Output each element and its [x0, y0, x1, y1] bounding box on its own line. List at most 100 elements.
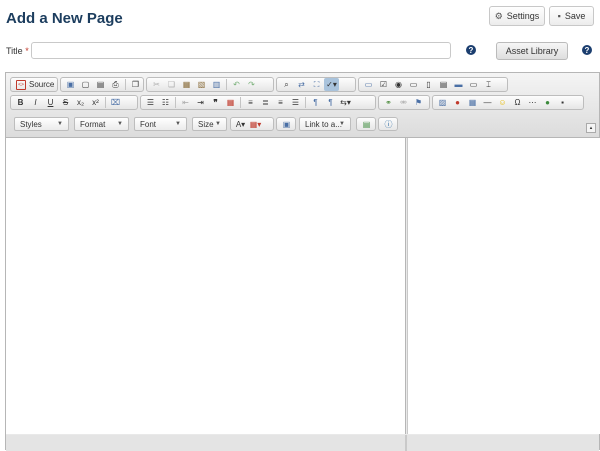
insert-asset-icon[interactable]: ▤ [359, 118, 374, 131]
save-doc-icon[interactable]: ▣ [63, 78, 78, 91]
remove-format-icon[interactable]: ⌧ [108, 96, 123, 109]
required-marker: * [25, 46, 29, 56]
link-icon[interactable]: ⚭ [381, 96, 396, 109]
checkbox-icon[interactable]: ☑ [376, 78, 391, 91]
language-icon[interactable]: ⇆▾ [338, 96, 353, 109]
editor-content-area[interactable] [6, 138, 406, 434]
underline-icon[interactable]: U [43, 96, 58, 109]
creatediv-icon[interactable]: ▦ [223, 96, 238, 109]
toolbar-group-basic-styles: B I U S x₂ x² ⌧ [10, 95, 138, 110]
toolbar-group-document: ▣ ▢ ▤ ⎙ ❐ [60, 77, 144, 92]
maximize-icon[interactable]: ▣ [279, 118, 294, 131]
size-label: Size [198, 119, 214, 129]
collapse-toolbar-icon[interactable]: ▴ [586, 123, 596, 133]
templates-icon[interactable]: ❐ [128, 78, 143, 91]
table-icon[interactable]: ▦ [465, 96, 480, 109]
toolbar-group-links: ⚭ ⚮ ⚑ [378, 95, 430, 110]
toolbar-group-about: ⓘ [378, 117, 398, 131]
numbered-list-icon[interactable]: ☰ [143, 96, 158, 109]
cut-icon[interactable]: ✂ [149, 78, 164, 91]
paste-word-icon[interactable]: ▥ [209, 78, 224, 91]
special-char-icon[interactable]: Ω [510, 96, 525, 109]
outdent-icon[interactable]: ⇤ [178, 96, 193, 109]
settings-button-label: Settings [506, 11, 540, 21]
preview-icon[interactable]: ▤ [93, 78, 108, 91]
toolbar-group-extra: ▤ [356, 117, 376, 131]
undo-icon[interactable]: ↶ [229, 78, 244, 91]
page-title: Add a New Page [6, 10, 123, 27]
select-field-icon[interactable]: ▤ [436, 78, 451, 91]
redo-icon[interactable]: ↷ [244, 78, 259, 91]
settings-button[interactable]: ⚙ Settings [489, 6, 545, 26]
chevron-down-icon: ▼ [215, 121, 221, 127]
title-help-icon[interactable]: ? [466, 45, 476, 55]
superscript-icon[interactable]: x² [88, 96, 103, 109]
iframe-icon[interactable]: ● [540, 96, 555, 109]
asset-help-icon[interactable]: ? [582, 45, 592, 55]
anchor-icon[interactable]: ⚑ [411, 96, 426, 109]
flash-icon[interactable]: ● [450, 96, 465, 109]
justify-icon[interactable]: ☰ [288, 96, 303, 109]
floppy-icon: ▪ [557, 11, 561, 21]
indent-icon[interactable]: ⇥ [193, 96, 208, 109]
paste-icon[interactable]: ▦ [179, 78, 194, 91]
image-button-icon[interactable]: ▭ [466, 78, 481, 91]
select-all-icon[interactable]: ⛶ [309, 78, 324, 91]
image-icon[interactable]: ▨ [435, 96, 450, 109]
new-page-icon[interactable]: ▢ [78, 78, 93, 91]
styles-dropdown[interactable]: Styles ▼ [14, 117, 69, 131]
save-button[interactable]: ▪ Save [549, 6, 594, 26]
copy-icon[interactable]: ❏ [164, 78, 179, 91]
chevron-down-icon: ▼ [57, 121, 63, 127]
about-icon[interactable]: ⓘ [381, 118, 396, 131]
format-dropdown[interactable]: Format ▼ [74, 117, 129, 131]
find-icon[interactable]: ⌕ [279, 78, 294, 91]
media-icon[interactable]: ▪ [555, 96, 570, 109]
align-right-icon[interactable]: ≡ [273, 96, 288, 109]
size-dropdown[interactable]: Size ▼ [192, 117, 227, 131]
font-dropdown[interactable]: Font ▼ [134, 117, 187, 131]
source-button[interactable]: <> Source [10, 77, 58, 92]
title-input[interactable] [31, 42, 451, 59]
source-label: Source [29, 80, 55, 89]
text-color-icon[interactable]: A▾ [233, 118, 248, 131]
bulleted-list-icon[interactable]: ☷ [158, 96, 173, 109]
font-label: Font [140, 119, 157, 129]
toolbar-group-tools: ▣ [276, 117, 296, 131]
chevron-down-icon: ▼ [117, 121, 123, 127]
hidden-field-icon[interactable]: ⌶ [481, 78, 496, 91]
strike-icon[interactable]: S [58, 96, 73, 109]
spellcheck-icon[interactable]: ✓▾ [324, 78, 339, 91]
bold-icon[interactable]: B [13, 96, 28, 109]
print-icon[interactable]: ⎙ [108, 78, 123, 91]
title-label: Title * [6, 46, 29, 56]
smiley-icon[interactable]: ☺ [495, 96, 510, 109]
page-break-icon[interactable]: ⋯ [525, 96, 540, 109]
toolbar-group-paragraph: ☰ ☷ ⇤ ⇥ ❞ ▦ ≡ ≣ ≡ ☰ ¶ ¶ ⇆▾ [140, 95, 376, 110]
form-icon[interactable]: ▭ [361, 78, 376, 91]
link-to-dropdown[interactable]: Link to a... ▼ [299, 117, 351, 131]
blockquote-icon[interactable]: ❞ [208, 96, 223, 109]
chevron-down-icon: ▼ [175, 121, 181, 127]
paste-text-icon[interactable]: ▧ [194, 78, 209, 91]
ltr-icon[interactable]: ¶ [308, 96, 323, 109]
rtl-icon[interactable]: ¶ [323, 96, 338, 109]
asset-library-button[interactable]: Asset Library [496, 42, 568, 60]
textfield-icon[interactable]: ▭ [406, 78, 421, 91]
link-to-label: Link to a... [305, 119, 342, 129]
textarea-icon[interactable]: ▯ [421, 78, 436, 91]
radio-icon[interactable]: ◉ [391, 78, 406, 91]
unlink-icon[interactable]: ⚮ [396, 96, 411, 109]
editor-toolbar: <> Source ▣ ▢ ▤ ⎙ ❐ ✂ ❏ ▦ ▧ ▥ ↶ ↷ ⌕ ⇄ ⛶ … [6, 73, 599, 138]
toolbar-group-find: ⌕ ⇄ ⛶ ✓▾ [276, 77, 356, 92]
horizontal-rule-icon[interactable]: ― [480, 96, 495, 109]
align-left-icon[interactable]: ≡ [243, 96, 258, 109]
form-button-icon[interactable]: ▬ [451, 78, 466, 91]
bg-color-icon[interactable]: ▦▾ [248, 118, 263, 131]
toolbar-group-insert: ▨ ● ▦ ― ☺ Ω ⋯ ● ▪ [432, 95, 584, 110]
styles-label: Styles [20, 119, 42, 129]
subscript-icon[interactable]: x₂ [73, 96, 88, 109]
align-center-icon[interactable]: ≣ [258, 96, 273, 109]
replace-icon[interactable]: ⇄ [294, 78, 309, 91]
italic-icon[interactable]: I [28, 96, 43, 109]
